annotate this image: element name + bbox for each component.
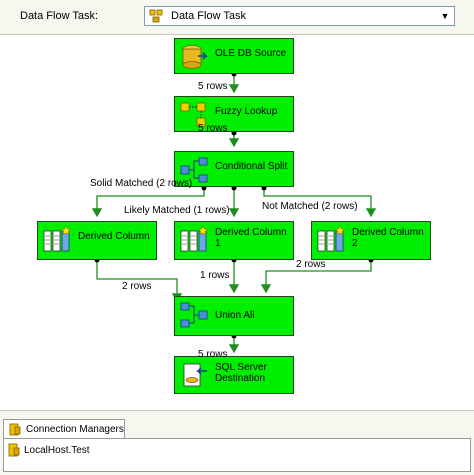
data-flow-task-label: Data Flow Task:: [20, 10, 99, 22]
sql-destination-icon: [183, 363, 207, 387]
derived-column-2-node[interactable]: Derived Column 2: [311, 221, 431, 260]
connection-managers-tab-label: Connection Managers: [26, 424, 124, 435]
derived-column-icon: [43, 226, 72, 252]
node-label: Union All: [215, 310, 255, 321]
derived-column-node[interactable]: Derived Column: [37, 221, 157, 260]
node-label: Derived Column: [78, 231, 150, 242]
path-label-solid-matched: Solid Matched (2 rows): [90, 178, 193, 189]
path-label-likely-matched: Likely Matched (1 rows): [124, 205, 230, 216]
path-label-not-matched: Not Matched (2 rows): [262, 201, 358, 212]
data-flow-task-bar: Data Flow Task: Data Flow Task ▼: [0, 0, 474, 35]
path-label-lookup-to-split: 5 rows: [198, 123, 228, 134]
path-label-union-to-destination: 5 rows: [198, 349, 228, 360]
node-label: SQL Server Destination: [215, 362, 267, 384]
connection-managers-area: Connection Managers LocalHost.Test: [0, 410, 474, 475]
path-label-source-to-lookup: 5 rows: [198, 81, 228, 92]
node-label: Derived Column 2: [352, 227, 424, 249]
path-derived-to-union: [96, 259, 183, 303]
derived-column-icon: [317, 226, 346, 252]
connection-manager-name: LocalHost.Test: [24, 445, 90, 456]
path-label-derived1-to-union: 1 rows: [200, 270, 230, 281]
sql-server-destination-node[interactable]: SQL Server Destination: [174, 356, 294, 394]
dropdown-arrow-icon[interactable]: ▼: [436, 7, 454, 25]
node-label: Conditional Split: [215, 161, 288, 172]
fuzzy-lookup-node[interactable]: Fuzzy Lookup: [174, 96, 294, 132]
derived-column-1-node[interactable]: Derived Column 1: [174, 221, 294, 260]
derived-column-icon: [180, 226, 209, 252]
node-label: OLE DB Source: [215, 48, 287, 59]
connection-managers-tab[interactable]: Connection Managers: [3, 419, 125, 439]
connection-icon: [8, 443, 20, 457]
data-flow-task-value: Data Flow Task: [171, 10, 246, 22]
node-label: Fuzzy Lookup: [215, 106, 278, 117]
data-flow-canvas[interactable]: OLE DB Source Fuzzy Lookup Conditional S…: [0, 35, 474, 409]
union-all-icon: [180, 302, 208, 328]
node-label: Derived Column 1: [215, 227, 287, 249]
union-all-node[interactable]: Union All: [174, 296, 294, 336]
ole-db-source-node[interactable]: OLE DB Source: [174, 38, 294, 74]
connection-manager-icon: [9, 423, 21, 436]
connection-managers-panel[interactable]: LocalHost.Test: [3, 438, 471, 472]
path-label-derived2-to-union: 2 rows: [296, 259, 326, 270]
data-flow-task-select[interactable]: Data Flow Task ▼: [144, 6, 455, 26]
database-icon: [182, 45, 208, 69]
data-flow-task-icon: [149, 9, 163, 23]
path-label-derived-to-union: 2 rows: [122, 281, 152, 292]
